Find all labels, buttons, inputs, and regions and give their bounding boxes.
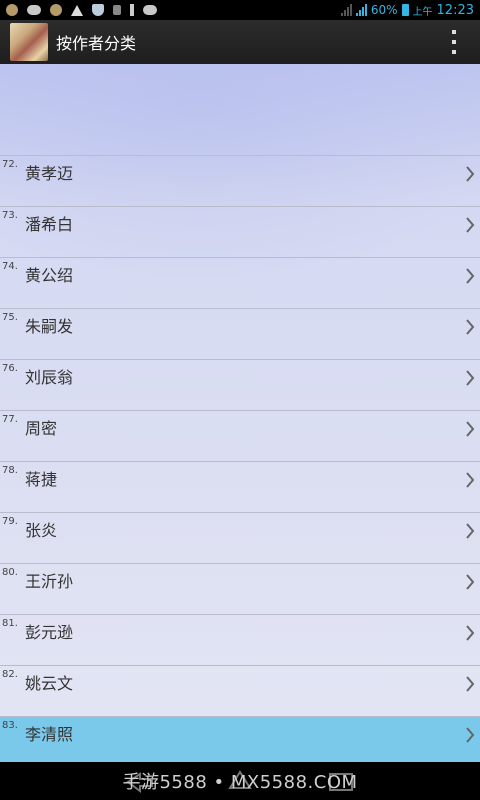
- chevron-right-icon: [466, 574, 475, 590]
- author-list-item[interactable]: 74. 黄公绍: [0, 257, 480, 308]
- shield-icon: [92, 4, 104, 16]
- notification-icons: [0, 4, 157, 16]
- item-number: 76.: [2, 363, 18, 374]
- item-number: 72.: [2, 159, 18, 170]
- time-period: 上午: [412, 6, 433, 18]
- chevron-right-icon: [466, 370, 475, 386]
- author-list-item[interactable]: 72. 黄孝迈: [0, 155, 480, 206]
- chevron-right-icon: [466, 421, 475, 437]
- author-name: 李清照: [25, 725, 74, 744]
- usb-icon: [130, 4, 134, 16]
- author-name: 黄孝迈: [25, 164, 74, 183]
- author-list-item[interactable]: 75. 朱嗣发: [0, 308, 480, 359]
- author-list-item[interactable]: 78. 蒋捷: [0, 461, 480, 512]
- chevron-right-icon: [466, 472, 475, 488]
- author-list-item[interactable]: 77. 周密: [0, 410, 480, 461]
- page-title: 按作者分类: [56, 34, 137, 53]
- app-notification-icon: [6, 4, 18, 16]
- author-list-item[interactable]: 82. 姚云文: [0, 665, 480, 716]
- author-name: 黄公绍: [25, 266, 74, 285]
- item-number: 74.: [2, 261, 18, 272]
- author-name: 朱嗣发: [25, 317, 74, 336]
- navigation-bar: 手游5588 • MX5588.COM: [0, 762, 480, 800]
- battery-percent: 60%: [370, 3, 398, 17]
- item-number: 81.: [2, 618, 18, 629]
- chevron-right-icon: [466, 268, 475, 284]
- author-name: 张炎: [25, 521, 58, 540]
- overflow-dot: [452, 50, 456, 54]
- cloud-icon: [27, 5, 41, 15]
- watermark: 手游5588 • MX5588.COM: [122, 772, 358, 793]
- author-name: 彭元逊: [25, 623, 74, 642]
- chevron-right-icon: [466, 217, 475, 233]
- author-list: 72. 黄孝迈 73. 潘希白 74. 黄公绍 75. 朱嗣发 76. 刘辰翁 77. 周密 78. 蒋捷…: [0, 155, 480, 762]
- item-number: 75.: [2, 312, 18, 323]
- author-list-item[interactable]: 76. 刘辰翁: [0, 359, 480, 410]
- system-status: 60% 上午 12:23: [340, 2, 480, 18]
- author-name: 周密: [25, 419, 58, 438]
- signal-off-icon: [340, 4, 352, 16]
- author-name: 刘辰翁: [25, 368, 74, 387]
- chevron-right-icon: [466, 625, 475, 641]
- action-bar: 按作者分类: [0, 20, 480, 64]
- item-number: 79.: [2, 516, 18, 527]
- item-number: 73.: [2, 210, 18, 221]
- author-list-item[interactable]: 81. 彭元逊: [0, 614, 480, 665]
- author-name: 潘希白: [25, 215, 74, 234]
- chevron-right-icon: [466, 319, 475, 335]
- chevron-right-icon: [466, 676, 475, 692]
- author-name: 蒋捷: [25, 470, 58, 489]
- battery-icon: [401, 4, 409, 16]
- item-number: 78.: [2, 465, 18, 476]
- overflow-dot: [452, 30, 456, 34]
- author-list-item[interactable]: 73. 潘希白: [0, 206, 480, 257]
- warning-icon: [71, 4, 83, 16]
- signal-icon: [355, 4, 367, 16]
- chevron-right-icon: [466, 166, 475, 182]
- overflow-dot: [452, 40, 456, 44]
- author-list-view[interactable]: 72. 黄孝迈 73. 潘希白 74. 黄公绍 75. 朱嗣发 76. 刘辰翁 77. 周密 78. 蒋捷…: [0, 64, 480, 762]
- author-name: 王沂孙: [25, 572, 74, 591]
- item-number: 77.: [2, 414, 18, 425]
- overflow-menu-button[interactable]: [446, 30, 462, 54]
- app-notification-icon: [50, 4, 62, 16]
- clock: 12:23: [436, 2, 474, 18]
- chevron-right-icon: [466, 727, 475, 743]
- author-name: 姚云文: [25, 674, 74, 693]
- app-logo-icon[interactable]: [10, 23, 48, 61]
- item-number: 82.: [2, 669, 18, 680]
- app-notification-icon: [113, 5, 121, 15]
- item-number: 83.: [2, 720, 18, 731]
- author-list-item[interactable]: 80. 王沂孙: [0, 563, 480, 614]
- author-list-item[interactable]: 83. 李清照: [0, 716, 480, 762]
- chevron-right-icon: [466, 523, 475, 539]
- game-controller-icon: [143, 5, 157, 15]
- item-number: 80.: [2, 567, 18, 578]
- author-list-item[interactable]: 79. 张炎: [0, 512, 480, 563]
- status-bar: 60% 上午 12:23: [0, 0, 480, 20]
